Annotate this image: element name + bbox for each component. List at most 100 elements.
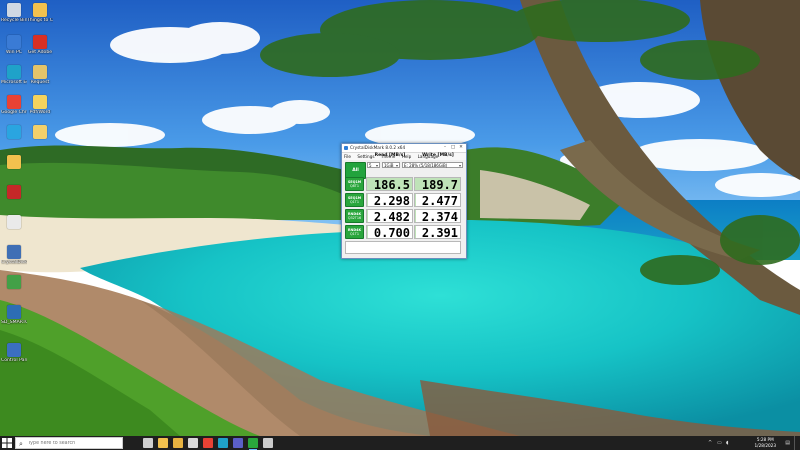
desktop-icon[interactable]: Request [27, 65, 53, 85]
shortcut-icon [7, 305, 21, 319]
window-titlebar[interactable]: CrystalDiskMark 8.0.2 x64 – □ ✕ [342, 144, 466, 153]
write-value: 189.7 [421, 178, 458, 192]
chrome-icon[interactable] [203, 438, 213, 448]
taskbar-search-box[interactable]: ⌕ [15, 437, 123, 449]
test-button[interactable]: SEQ1M Q8T1 [345, 177, 364, 191]
read-result: 2.298 [366, 193, 413, 208]
shortcut-icon [7, 245, 21, 259]
write-level-bar [415, 226, 416, 238]
edge-icon[interactable] [218, 438, 228, 448]
test-queue: Q32T16 [347, 216, 362, 220]
shortcut-icon [7, 215, 21, 229]
shortcut-icon [7, 95, 21, 109]
write-result: 2.374 [414, 209, 461, 224]
close-icon[interactable]: ✕ [457, 144, 465, 152]
desktop-icon-label: Request [30, 80, 50, 85]
test-button[interactable]: RND4K Q32T16 [345, 209, 364, 223]
desktop-icon[interactable]: Get Adobe [27, 35, 53, 55]
notification-icon[interactable]: ▤ [785, 440, 790, 446]
shortcut-icon [7, 35, 21, 49]
desktop-icon[interactable]: SD_SMARTC [1, 305, 27, 325]
desktop-icon-label: Win PC [5, 50, 23, 55]
media-icon[interactable] [188, 438, 198, 448]
desktop-icon[interactable] [27, 125, 53, 140]
menu-file[interactable]: File [344, 154, 351, 159]
comment-field[interactable] [345, 241, 461, 254]
desktop-icon[interactable] [1, 275, 27, 290]
windows-start-icon[interactable] [2, 438, 12, 448]
read-level-bar [367, 194, 368, 206]
read-value: 2.482 [373, 210, 410, 224]
desktop-icon[interactable]: Google Chrome [1, 95, 27, 115]
read-value: 186.5 [373, 178, 410, 192]
shortcut-icon [33, 3, 47, 17]
test-size-select[interactable]: 1GiB [382, 162, 400, 169]
shortcut-icon [7, 185, 21, 199]
show-desktop-button[interactable] [794, 436, 798, 450]
taskbar-clock[interactable]: 5:28 PM 1/28/2023 [755, 437, 776, 449]
maximize-icon[interactable]: □ [449, 144, 457, 152]
desktop-icon-label: Get Adobe [27, 50, 53, 55]
desktop-icon-label: Pdf/Word [29, 110, 51, 115]
shortcut-icon [33, 35, 47, 49]
test-queue: Q1T1 [349, 200, 360, 204]
result-row: RND4K Q32T16 2.482 2.374 [345, 209, 463, 224]
desktop-icon-label: SD_SMARTC [1, 320, 27, 325]
task-view-icon[interactable] [143, 438, 153, 448]
benchmark-controls: All 5 1GiB E: 28% (5/18/186GiB) [342, 161, 466, 179]
write-level-bar [415, 210, 416, 222]
read-column-header: Read [MB/s] [374, 153, 406, 158]
desktop-icon-label: CrystalDiskM... [1, 260, 27, 265]
search-input[interactable] [28, 439, 118, 448]
write-result: 2.391 [414, 225, 461, 240]
result-row: SEQ1M Q1T1 2.298 2.477 [345, 193, 463, 208]
test-queue: Q8T1 [349, 184, 360, 188]
clock-date: 1/28/2023 [754, 443, 776, 448]
shortcut-icon [7, 125, 21, 139]
volume-icon[interactable]: ◖ [726, 440, 729, 446]
file-explorer-icon[interactable] [158, 438, 168, 448]
write-level-bar [415, 194, 416, 206]
shortcut-icon [7, 3, 21, 17]
read-result: 2.482 [366, 209, 413, 224]
store-icon[interactable] [233, 438, 243, 448]
desktop-icon[interactable]: Win PC [1, 35, 27, 55]
write-result: 2.477 [414, 193, 461, 208]
folder-icon[interactable] [173, 438, 183, 448]
test-button[interactable]: SEQ1M Q1T1 [345, 193, 364, 207]
desktop-icon[interactable]: Things to CLAIM LO... [27, 3, 53, 23]
shortcut-icon [33, 125, 47, 139]
desktop-icon-label: Google Chrome [1, 110, 27, 115]
shortcut-icon [7, 275, 21, 289]
app-icon[interactable] [263, 438, 273, 448]
write-value: 2.374 [421, 210, 458, 224]
chevron-up-icon[interactable]: ^ [708, 440, 712, 446]
read-value: 2.298 [373, 194, 410, 208]
desktop-icon[interactable]: Recycle Bin [1, 3, 27, 23]
search-icon: ⌕ [19, 440, 23, 448]
system-tray: ^ ▭ ◖ 5:28 PM 1/28/2023 ▤ [708, 436, 798, 450]
desktop-icon[interactable] [1, 185, 27, 200]
desktop-icon[interactable]: CrystalDiskM... [1, 245, 27, 265]
desktop-icon-label: Microsoft Edge [1, 80, 27, 85]
shortcut-icon [7, 65, 21, 79]
test-queue: Q1T1 [349, 232, 360, 236]
window-title: CrystalDiskMark 8.0.2 x64 [350, 145, 406, 150]
network-icon[interactable]: ▭ [717, 440, 722, 446]
drive-select[interactable]: E: 28% (5/18/186GiB) [402, 162, 463, 169]
desktop-icon[interactable]: Control Pan... [1, 343, 27, 363]
desktop-icon[interactable] [1, 215, 27, 230]
desktop-icon[interactable] [1, 125, 27, 140]
desktop-icon[interactable]: Microsoft Edge [1, 65, 27, 85]
crystaldiskmark-window: CrystalDiskMark 8.0.2 x64 – □ ✕ File Set… [341, 143, 467, 259]
shortcut-icon [33, 95, 47, 109]
write-column-header: Write [MB/s] [422, 153, 454, 158]
desktop-icon[interactable] [1, 155, 27, 170]
read-result: 0.700 [366, 225, 413, 240]
minimize-icon[interactable]: – [441, 144, 449, 152]
test-count-select[interactable]: 5 [367, 162, 380, 169]
test-button[interactable]: RND4K Q1T1 [345, 225, 364, 239]
write-value: 2.391 [421, 226, 458, 240]
desktop-icon[interactable]: Pdf/Word [27, 95, 53, 115]
crystaldiskmark-icon[interactable] [248, 438, 258, 450]
